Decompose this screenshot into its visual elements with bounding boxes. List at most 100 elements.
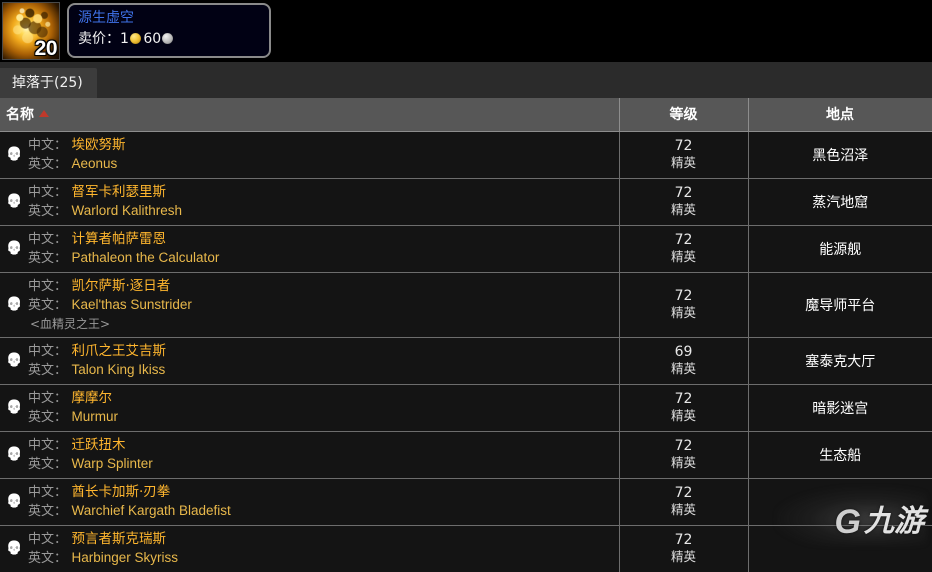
npc-name-cn[interactable]: 摩摩尔 [71, 390, 112, 406]
npc-elite-tag: 精英 [670, 408, 696, 423]
cell-level: 72 精英 [619, 224, 749, 272]
cell-name: 中文： 酋长卡加斯·刃拳英文： Warchief Kargath Bladefi… [0, 477, 620, 525]
column-header-name[interactable]: 名称 [0, 98, 620, 132]
drops-table-head: 名称 等级 地点 [0, 98, 932, 132]
cell-name: 中文： 预言者斯克瑞斯英文： Harbinger Skyriss [0, 524, 620, 572]
npc-level: 72 [674, 485, 693, 501]
npc-names: 中文： 摩摩尔 英文： Murmur [28, 389, 118, 427]
npc-name-cn[interactable]: 迁跃扭木 [71, 437, 125, 453]
npc-name-cn[interactable]: 督军卡利瑟里斯 [71, 184, 166, 200]
npc-name-en[interactable]: Warp Splinter [71, 456, 152, 471]
drops-table: 名称 等级 地点 中文： 埃欧努斯英文： Aeonus72精英黑色沼泽中文： 督… [0, 98, 932, 572]
cell-name: 中文： 摩摩尔英文： Murmur [0, 383, 620, 431]
npc-name-group: 中文： 凯尔萨斯·逐日者英文： Kael'thas Sunstrider<血精灵… [0, 273, 619, 337]
npc-name-cn[interactable]: 利爪之王艾吉斯 [71, 343, 166, 359]
label-chinese: 中文： [28, 531, 68, 547]
cell-level: 72 精英 [619, 524, 749, 572]
label-chinese: 中文： [28, 484, 68, 500]
npc-level: 72 [674, 438, 693, 454]
npc-name-en-row: 英文： Murmur [28, 408, 118, 427]
item-sell-price: 卖价：1 60 [78, 28, 260, 50]
label-chinese: 中文： [28, 437, 68, 453]
cell-place[interactable]: 暗影迷宫 [748, 383, 932, 431]
label-english: 英文： [28, 456, 68, 472]
label-chinese: 中文： [28, 184, 68, 200]
npc-name-cn-row: 中文： 埃欧努斯 [28, 136, 125, 155]
npc-elite-tag: 精英 [670, 202, 696, 217]
table-row[interactable]: 中文： 迁跃扭木英文： Warp Splinter72精英生态船 [0, 430, 932, 478]
npc-level: 72 [674, 288, 693, 304]
npc-elite-tag: 精英 [670, 549, 696, 565]
column-header-level[interactable]: 等级 [619, 98, 749, 132]
cell-level: 72 精英 [619, 130, 749, 178]
npc-name-en[interactable]: Murmur [71, 409, 118, 424]
gold-coin-icon [129, 33, 141, 44]
cell-name: 中文： 迁跃扭木英文： Warp Splinter [0, 430, 620, 478]
column-header-place[interactable]: 地点 [748, 98, 932, 132]
npc-elite-tag: 精英 [670, 155, 696, 170]
table-row[interactable]: 中文： 利爪之王艾吉斯英文： Talon King Ikiss 69精英 塞泰克大厅 [0, 336, 932, 384]
label-english: 英文： [28, 250, 68, 266]
npc-name-en-row: 英文： Kael'thas Sunstrider [28, 296, 192, 315]
cell-name: 中文： 计算者帕萨雷恩英文： Pathaleon the Calculator [0, 224, 620, 272]
skull-icon [6, 194, 21, 210]
cell-level: 72 精英 [619, 177, 749, 225]
cell-name: 中文： 利爪之王艾吉斯英文： Talon King Ikiss [0, 336, 620, 384]
cell-name: 中文： 督军卡利瑟里斯英文： Warlord Kalithresh [0, 177, 620, 225]
cell-level: 72 精英 [619, 430, 749, 478]
skull-icon [6, 241, 21, 257]
cell-place[interactable]: 生态船 [748, 430, 932, 478]
npc-name-cn[interactable]: 酋长卡加斯·刃拳 [71, 484, 170, 500]
item-icon[interactable]: 20 [2, 2, 60, 60]
cell-place[interactable]: 塞泰克大厅 [748, 336, 932, 384]
npc-name-en[interactable]: Aeonus [71, 156, 117, 171]
silver-coin-icon [162, 33, 174, 44]
cell-place[interactable]: 魔导师平台 [748, 271, 932, 337]
skull-icon [6, 147, 21, 163]
tab-bar: 掉落于(25) [0, 62, 932, 98]
item-stack-count: 20 [34, 37, 58, 60]
label-english: 英文： [28, 203, 68, 219]
npc-name-en-row: 英文： Aeonus [28, 155, 125, 174]
npc-name-cn[interactable]: 埃欧努斯 [71, 137, 125, 153]
cell-place[interactable]: 能源舰 [748, 224, 932, 272]
npc-elite-tag: 精英 [670, 455, 696, 470]
npc-name-en[interactable]: Warchief Kargath Bladefist [71, 503, 230, 518]
table-row[interactable]: 中文： 督军卡利瑟里斯英文： Warlord Kalithresh72精英蒸汽地… [0, 177, 932, 225]
cell-place[interactable]: 黑色沼泽 [748, 130, 932, 178]
npc-name-en[interactable]: Talon King Ikiss [71, 362, 165, 377]
table-row[interactable]: 中文： 计算者帕萨雷恩英文： Pathaleon the Calculator 7… [0, 224, 932, 272]
npc-name-en-row: 英文： Harbinger Skyriss [28, 549, 178, 568]
table-row[interactable]: 中文： 预言者斯克瑞斯英文： Harbinger Skyriss 72精英 [0, 524, 932, 572]
npc-name-en[interactable]: Warlord Kalithresh [71, 203, 182, 218]
npc-name-cn[interactable]: 预言者斯克瑞斯 [71, 531, 166, 547]
column-header-name-label: 名称 [6, 107, 34, 124]
npc-elite-tag: 精英 [670, 361, 696, 376]
npc-name-cn[interactable]: 计算者帕萨雷恩 [71, 231, 166, 247]
npc-name-group: 中文： 迁跃扭木英文： Warp Splinter [0, 432, 619, 478]
cell-place[interactable] [748, 524, 932, 572]
gold-amount: 1 [120, 31, 129, 47]
npc-name-en[interactable]: Pathaleon the Calculator [71, 250, 219, 265]
cell-place[interactable]: 蒸汽地窟 [748, 177, 932, 225]
cell-level: 72 精英 [619, 383, 749, 431]
skull-icon [6, 494, 21, 510]
cell-place[interactable] [748, 477, 932, 525]
npc-name-cn[interactable]: 凯尔萨斯·逐日者 [71, 278, 170, 294]
item-tooltip-title: 源生虚空 [78, 10, 134, 26]
npc-name-group: 中文： 利爪之王艾吉斯英文： Talon King Ikiss [0, 338, 619, 384]
npc-name-en[interactable]: Harbinger Skyriss [71, 550, 178, 565]
drops-table-body: 中文： 埃欧努斯英文： Aeonus72精英黑色沼泽中文： 督军卡利瑟里斯英文：… [0, 130, 932, 572]
cell-level: 72 精英 [619, 477, 749, 525]
npc-name-group: 中文： 酋长卡加斯·刃拳英文： Warchief Kargath Bladefi… [0, 479, 619, 525]
npc-names: 中文： 迁跃扭木 英文： Warp Splinter [28, 436, 153, 474]
table-row[interactable]: 中文： 酋长卡加斯·刃拳英文： Warchief Kargath Bladefi… [0, 477, 932, 525]
table-row[interactable]: 中文： 埃欧努斯英文： Aeonus 72精英黑色沼泽 [0, 130, 932, 178]
npc-name-en-row: 英文： Warchief Kargath Bladefist [28, 502, 231, 521]
cell-level: 72 精英 [619, 271, 749, 337]
tab-drops[interactable]: 掉落于(25) [0, 68, 97, 98]
npc-name-en[interactable]: Kael'thas Sunstrider [71, 297, 191, 312]
table-row[interactable]: 中文： 凯尔萨斯·逐日者英文： Kael'thas Sunstrider<血精灵… [0, 271, 932, 337]
npc-level: 69 [674, 344, 693, 360]
table-row[interactable]: 中文： 摩摩尔英文： Murmur72精英暗影迷宫 [0, 383, 932, 431]
